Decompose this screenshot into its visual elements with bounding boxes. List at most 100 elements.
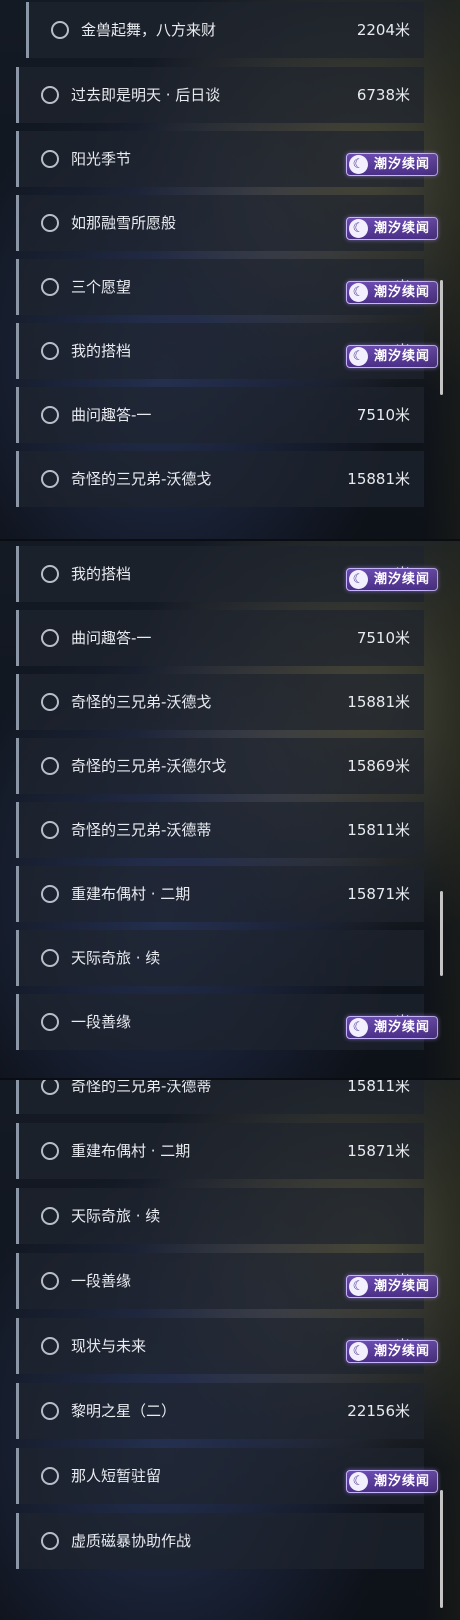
- badge-label: 潮汐续闻: [374, 1279, 431, 1294]
- list-scrollbar[interactable]: [440, 280, 443, 395]
- track-radio-icon[interactable]: [41, 885, 59, 903]
- badge-label: 潮汐续闻: [374, 572, 431, 587]
- quest-title: 虚质磁暴协助作战: [71, 1532, 192, 1550]
- track-radio-icon[interactable]: [41, 1337, 59, 1355]
- quest-row[interactable]: 奇怪的三兄弟-沃德蒂 15811米: [16, 802, 424, 858]
- badge-label: 潮汐续闻: [374, 1344, 431, 1359]
- list-scrollbar[interactable]: [440, 1490, 443, 1608]
- quest-distance: 22156米: [347, 1402, 410, 1420]
- quest-title: 一段善缘: [71, 1013, 132, 1031]
- quest-row[interactable]: 曲问趣答-一 7510米: [16, 610, 424, 666]
- quest-row[interactable]: 奇怪的三兄弟-沃德蒂 15811米: [16, 1080, 424, 1114]
- quest-distance: 2204米: [356, 21, 410, 39]
- track-radio-icon[interactable]: [41, 1402, 59, 1420]
- quest-distance: 6738米: [356, 86, 410, 104]
- quest-row[interactable]: 过去即是明天 · 后日谈 6738米: [16, 67, 424, 123]
- track-radio-icon[interactable]: [41, 1142, 59, 1160]
- track-radio-icon[interactable]: [41, 565, 59, 583]
- quest-row[interactable]: 虚质磁暴协助作战: [16, 1513, 424, 1569]
- track-radio-icon[interactable]: [41, 1532, 59, 1550]
- track-radio-icon[interactable]: [41, 86, 59, 104]
- quest-title: 过去即是明天 · 后日谈: [71, 86, 221, 104]
- quest-title: 曲问趣答-一: [71, 629, 152, 647]
- track-radio-icon[interactable]: [41, 1272, 59, 1290]
- tide-continuation-badge: ☾ 潮汐续闻: [346, 217, 438, 240]
- quest-distance: 15811米: [347, 821, 410, 839]
- track-radio-icon[interactable]: [41, 629, 59, 647]
- quest-row[interactable]: 重建布偶村 · 二期 15871米: [16, 866, 424, 922]
- tide-lunar-icon: ☾: [349, 347, 368, 366]
- track-radio-icon[interactable]: [41, 470, 59, 488]
- tide-lunar-icon: ☾: [349, 219, 368, 238]
- quest-title: 天际奇旅 · 续: [71, 1207, 161, 1225]
- quest-row[interactable]: 奇怪的三兄弟-沃德戈 15881米: [16, 451, 424, 507]
- quest-distance: 15881米: [347, 470, 410, 488]
- quest-title: 重建布偶村 · 二期: [71, 885, 191, 903]
- tide-lunar-icon: ☾: [349, 1342, 368, 1361]
- tide-lunar-icon: ☾: [349, 155, 368, 174]
- quest-title: 奇怪的三兄弟-沃德尔戈: [71, 757, 227, 775]
- quest-distance: 7510米: [356, 406, 410, 424]
- quest-row[interactable]: 金兽起舞，八方来财 2204米: [26, 2, 424, 58]
- quest-distance: 7510米: [356, 629, 410, 647]
- quest-title: 奇怪的三兄弟-沃德蒂: [71, 1080, 212, 1095]
- track-radio-icon[interactable]: [41, 1207, 59, 1225]
- tide-continuation-badge: ☾ 潮汐续闻: [346, 153, 438, 176]
- quest-list-panel-1: 金兽起舞，八方来财 2204米过去即是明天 · 后日谈 6738米阳光季节 ☾ 潮汐续闻…: [0, 0, 460, 540]
- track-radio-icon[interactable]: [51, 21, 69, 39]
- track-radio-icon[interactable]: [41, 757, 59, 775]
- quest-row[interactable]: 黎明之星（二） 22156米: [16, 1383, 424, 1439]
- badge-label: 潮汐续闻: [374, 221, 431, 236]
- quest-row[interactable]: 天际奇旅 · 续: [16, 930, 424, 986]
- quest-title: 阳光季节: [71, 150, 132, 168]
- track-radio-icon[interactable]: [41, 1467, 59, 1485]
- tide-continuation-badge: ☾ 潮汐续闻: [346, 568, 438, 591]
- quest-title: 天际奇旅 · 续: [71, 949, 161, 967]
- track-radio-icon[interactable]: [41, 150, 59, 168]
- quest-row[interactable]: 奇怪的三兄弟-沃德戈 15881米: [16, 674, 424, 730]
- track-radio-icon[interactable]: [41, 693, 59, 711]
- quest-title: 金兽起舞，八方来财: [81, 21, 217, 39]
- quest-title: 我的搭档: [71, 565, 132, 583]
- quest-row[interactable]: 重建布偶村 · 二期 15871米: [16, 1123, 424, 1179]
- tide-lunar-icon: ☾: [349, 1277, 368, 1296]
- quest-title: 曲问趣答-一: [71, 406, 152, 424]
- quest-title: 重建布偶村 · 二期: [71, 1142, 191, 1160]
- badge-label: 潮汐续闻: [374, 1474, 431, 1489]
- quest-row[interactable]: 曲问趣答-一 7510米: [16, 387, 424, 443]
- quest-title: 我的搭档: [71, 342, 132, 360]
- tide-continuation-badge: ☾ 潮汐续闻: [346, 1340, 438, 1363]
- tide-continuation-badge: ☾ 潮汐续闻: [346, 1275, 438, 1298]
- quest-title: 奇怪的三兄弟-沃德戈: [71, 693, 212, 711]
- quest-title: 奇怪的三兄弟-沃德戈: [71, 470, 212, 488]
- badge-label: 潮汐续闻: [374, 157, 431, 172]
- track-radio-icon[interactable]: [41, 1013, 59, 1031]
- quest-title: 奇怪的三兄弟-沃德蒂: [71, 821, 212, 839]
- tide-continuation-badge: ☾ 潮汐续闻: [346, 345, 438, 368]
- list-scrollbar[interactable]: [440, 891, 443, 976]
- track-radio-icon[interactable]: [41, 1080, 59, 1095]
- track-radio-icon[interactable]: [41, 949, 59, 967]
- quest-list-panel-3: 奇怪的三兄弟-沃德蒂 15811米重建布偶村 · 二期 15871米天际奇旅 · 续…: [0, 1080, 460, 1620]
- track-radio-icon[interactable]: [41, 406, 59, 424]
- quest-distance: 15881米: [347, 693, 410, 711]
- track-radio-icon[interactable]: [41, 821, 59, 839]
- tide-continuation-badge: ☾ 潮汐续闻: [346, 1016, 438, 1039]
- track-radio-icon[interactable]: [41, 278, 59, 296]
- tide-lunar-icon: ☾: [349, 570, 368, 589]
- quest-list-panel-2: 我的搭档22644米☾潮汐续闻曲问趣答-一7510米奇怪的三兄弟-沃德戈1588…: [0, 541, 460, 1079]
- quest-distance: 15869米: [347, 757, 410, 775]
- quest-title: 现状与未来: [71, 1337, 147, 1355]
- track-radio-icon[interactable]: [41, 214, 59, 232]
- quest-title: 那人短暂驻留: [71, 1467, 162, 1485]
- quest-row[interactable]: 奇怪的三兄弟-沃德尔戈 15869米: [16, 738, 424, 794]
- badge-label: 潮汐续闻: [374, 285, 431, 300]
- quest-distance: 15871米: [347, 885, 410, 903]
- track-radio-icon[interactable]: [41, 342, 59, 360]
- quest-title: 一段善缘: [71, 1272, 132, 1290]
- tide-lunar-icon: ☾: [349, 283, 368, 302]
- quest-distance: 15811米: [347, 1080, 410, 1095]
- tide-continuation-badge: ☾ 潮汐续闻: [346, 281, 438, 304]
- quest-title: 黎明之星（二）: [71, 1402, 177, 1420]
- quest-row[interactable]: 天际奇旅 · 续: [16, 1188, 424, 1244]
